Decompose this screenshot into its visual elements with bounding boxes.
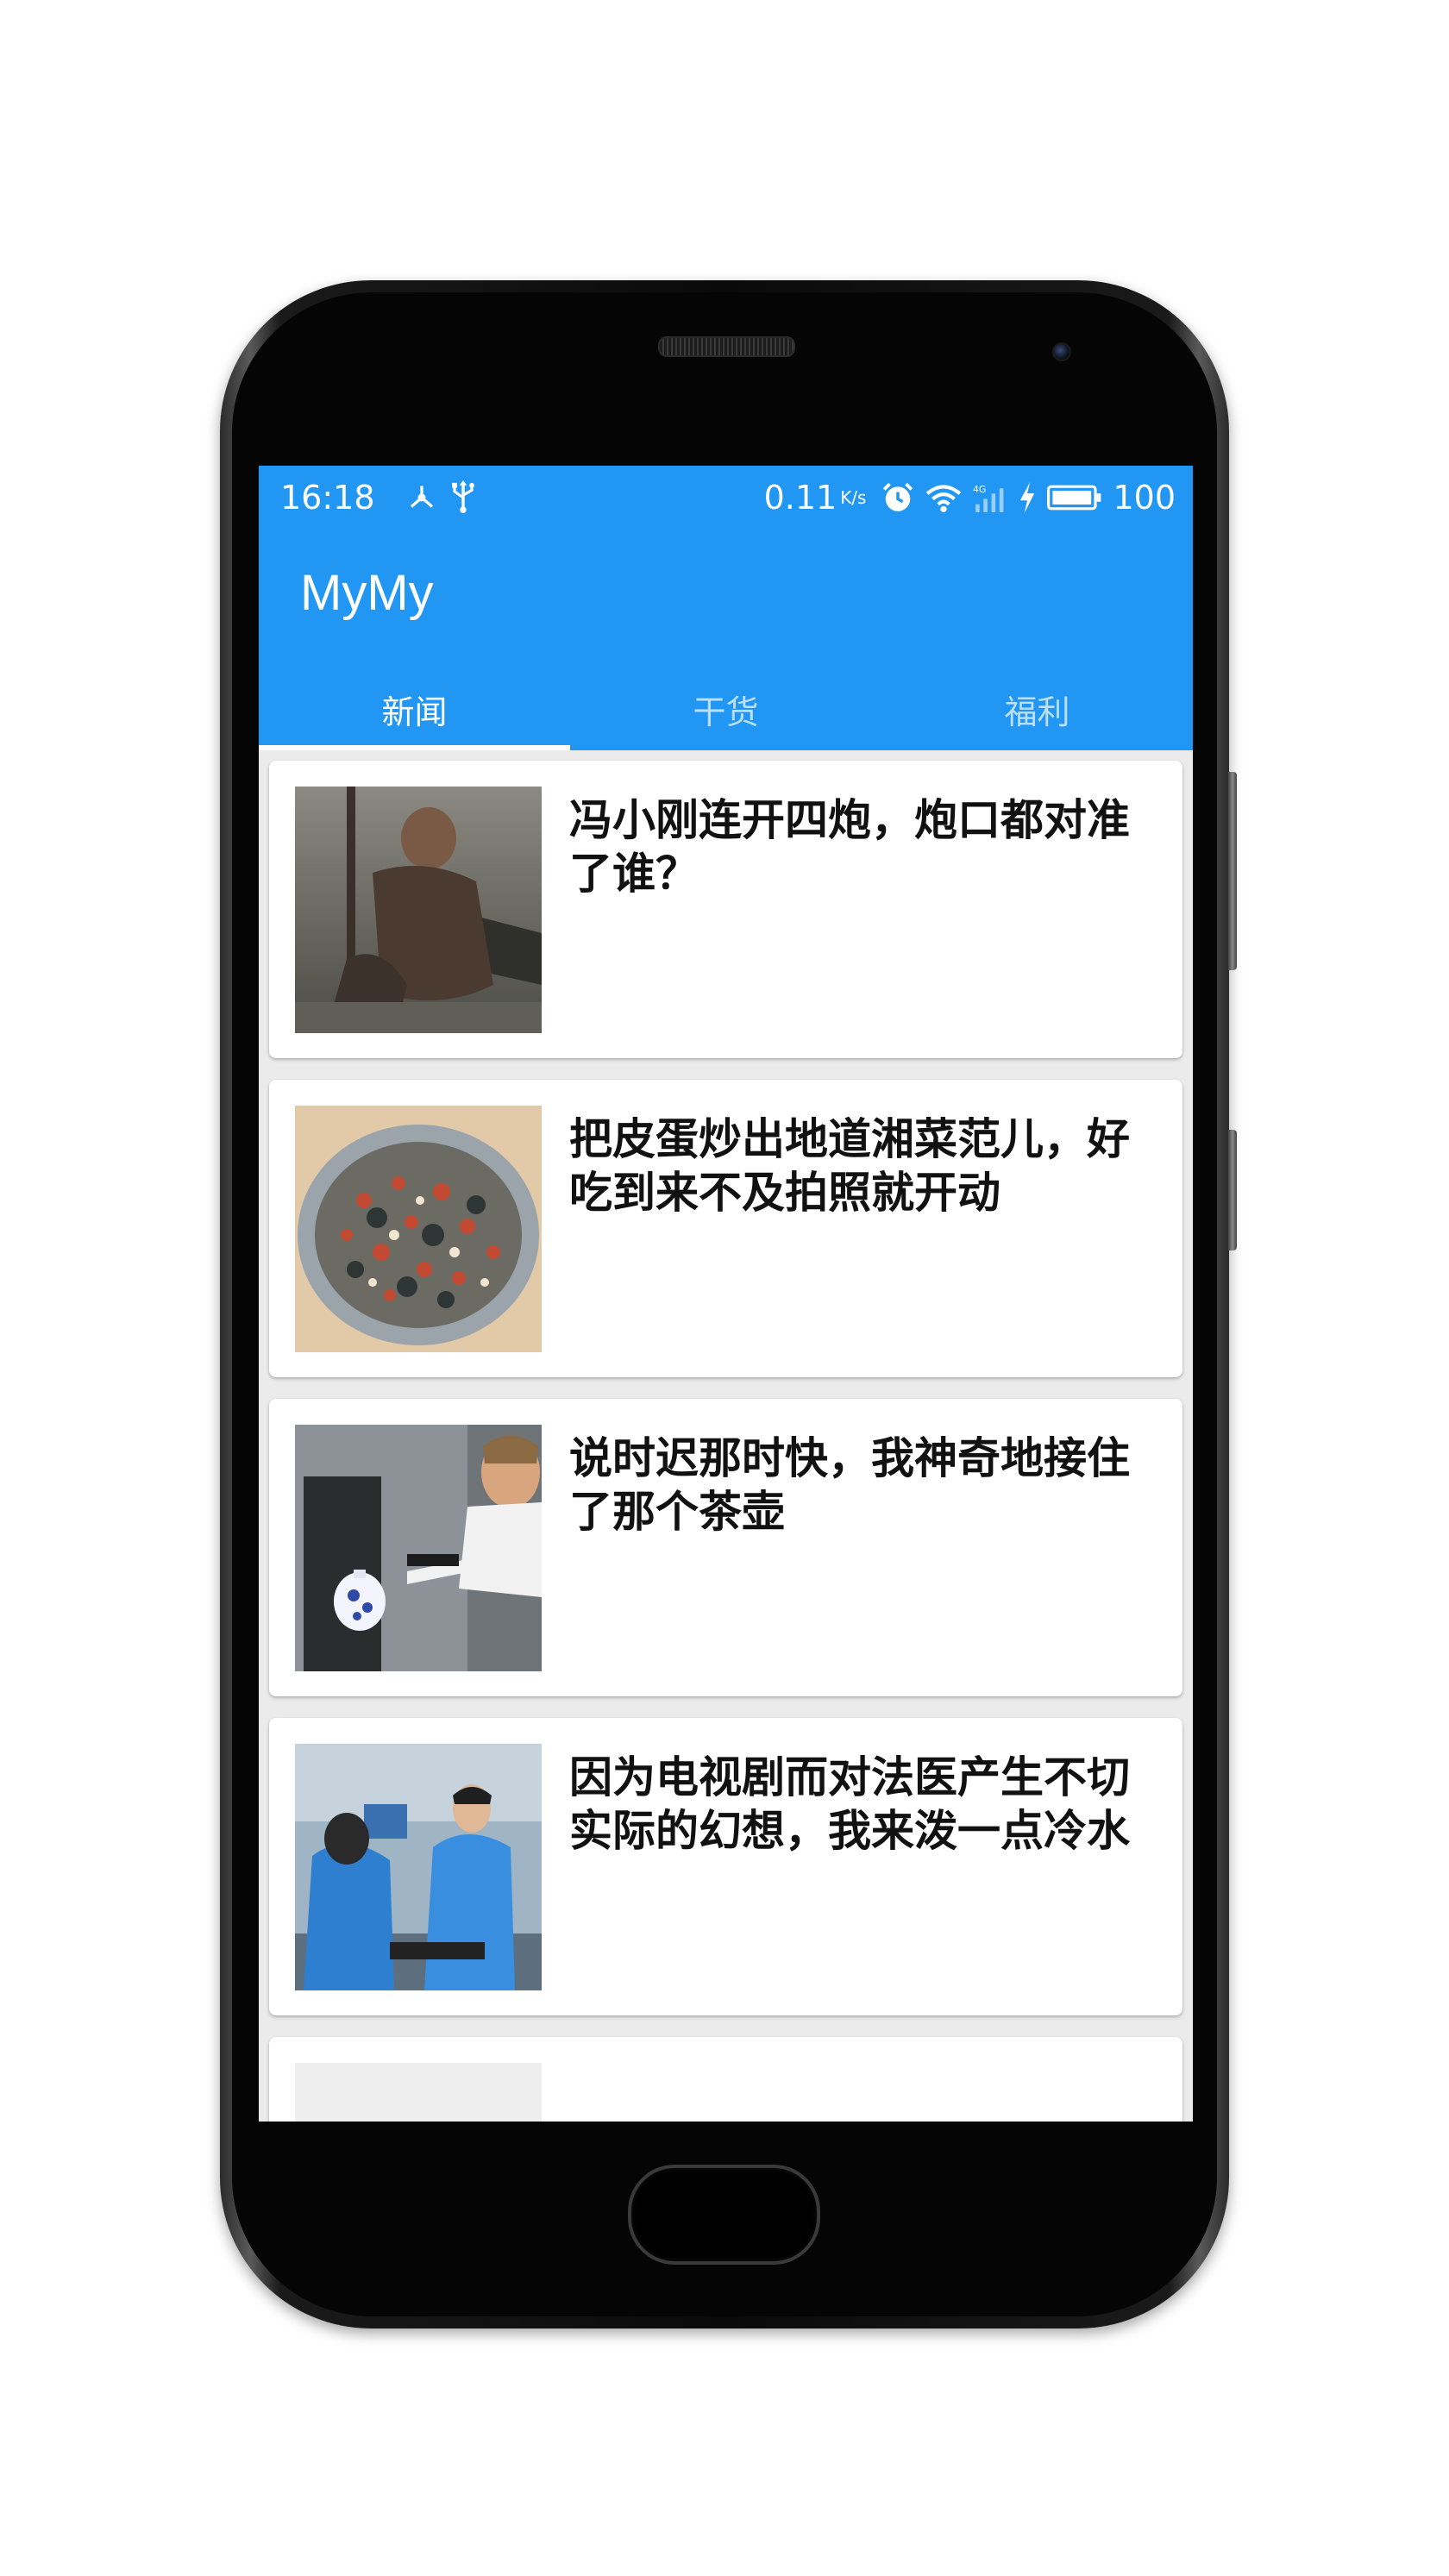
network-speed-unit: K/s [840,487,867,508]
status-time: 16:18 [280,479,375,517]
news-thumbnail [295,1744,542,1990]
news-thumbnail [295,1106,542,1352]
signal-label: 4G [973,484,986,495]
front-camera [1052,342,1071,361]
status-bar-right: 0.11 K/s 4G 100 [764,466,1176,530]
usb-icon [448,480,479,515]
news-thumbnail [295,2063,542,2122]
cellular-signal-icon: 4G [973,481,1007,514]
news-list: 冯小刚连开四炮，炮口都对准了谁？ 把皮蛋炒出地道湘菜范儿，好吃到来不及拍照就开动… [259,750,1193,2122]
earpiece-speaker [658,336,795,357]
tab-resources[interactable]: 干货 [570,668,881,750]
volume-up-button [1228,772,1237,970]
news-card[interactable]: 冯小刚连开四炮，炮口都对准了谁？ [269,761,1182,1058]
home-button[interactable] [628,2165,820,2265]
news-title: 把皮蛋炒出地道湘菜范儿，好吃到来不及拍照就开动 [569,1114,1130,1218]
alarm-clock-icon [881,481,914,514]
volume-down-button [1228,1130,1237,1250]
news-card[interactable]: 因为电视剧而对法医产生不切实际的幻想，我来泼一点冷水 [269,1718,1182,2015]
news-title: 因为电视剧而对法医产生不切实际的幻想，我来泼一点冷水 [569,1752,1130,1856]
battery-icon [1047,484,1102,511]
news-title: 冯小刚连开四炮，炮口都对准了谁？ [569,795,1130,899]
app-bar: MyMy [259,530,1193,668]
tab-welfare[interactable]: 福利 [881,668,1193,750]
phone-screen: 16:18 0.11 K/s 4G 100 MyMy 新闻 干货 福利 冯小刚连… [259,466,1193,2122]
news-thumbnail [295,1425,542,1671]
battery-percent: 100 [1113,479,1176,517]
status-bar: 16:18 0.11 K/s 4G 100 [259,466,1193,530]
network-speed: 0.11 [763,479,837,517]
network-hub-icon [406,482,437,513]
charging-bolt-icon [1018,482,1037,513]
wifi-icon [925,482,963,513]
tab-news[interactable]: 新闻 [259,668,570,750]
app-title: MyMy [300,565,434,621]
news-card[interactable]: 说时迟那时快，我神奇地接住了那个茶壶 [269,1399,1182,1696]
news-thumbnail [295,787,542,1033]
stage: 16:18 0.11 K/s 4G 100 MyMy 新闻 干货 福利 冯小刚连… [0,0,1449,2576]
news-card[interactable] [269,2037,1182,2122]
tab-label: 干货 [693,693,759,731]
status-bar-left: 16:18 [280,466,479,530]
news-card[interactable]: 把皮蛋炒出地道湘菜范儿，好吃到来不及拍照就开动 [269,1080,1182,1377]
tab-bar: 新闻 干货 福利 [259,668,1193,750]
tab-label: 福利 [1004,693,1070,731]
tab-label: 新闻 [381,693,448,731]
news-title: 说时迟那时快，我神奇地接住了那个茶壶 [569,1433,1130,1537]
